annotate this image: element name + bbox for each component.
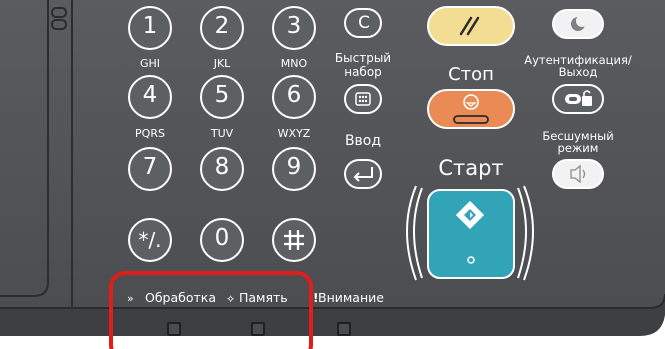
key-7-letters: PQRS bbox=[135, 127, 165, 140]
memory-indicator-label: Память bbox=[239, 290, 288, 305]
processing-indicator-label: Обработка bbox=[145, 290, 216, 305]
speed-dial-button[interactable] bbox=[344, 84, 382, 114]
auth-logout-label: Аутентификация/ Выход bbox=[524, 53, 632, 79]
attention-indicator-label: Внимание bbox=[318, 290, 384, 305]
key-8-label: 8 bbox=[214, 154, 230, 180]
stop-label: Стоп bbox=[448, 64, 494, 85]
clear-button-label: C bbox=[358, 13, 370, 33]
key-6-label: 6 bbox=[286, 82, 302, 108]
memory-led bbox=[251, 322, 265, 336]
key-6-letters: MNO bbox=[280, 57, 308, 70]
control-panel: » ⟡ ! 1 2 3 4 5 6 7 8 9 */. 0 GHI JKL MN… bbox=[0, 0, 665, 349]
key-9-letters: WXYZ bbox=[277, 127, 311, 140]
key-5-letters: JKL bbox=[213, 57, 231, 70]
processing-icon: » bbox=[127, 292, 134, 305]
key-2-label: 2 bbox=[214, 13, 230, 39]
key-1-label: 1 bbox=[142, 13, 158, 39]
attention-led bbox=[337, 322, 351, 336]
key-3-label: 3 bbox=[286, 13, 302, 39]
mute-label: Бесшумный режим bbox=[542, 129, 614, 155]
key-8-letters: TUV bbox=[210, 127, 234, 140]
mute-button[interactable] bbox=[552, 159, 604, 189]
key-0-label: 0 bbox=[214, 225, 230, 251]
key-4-letters: GHI bbox=[139, 57, 161, 70]
start-label: Старт bbox=[438, 156, 504, 180]
key-5-label: 5 bbox=[214, 82, 230, 108]
reset-button[interactable] bbox=[427, 6, 515, 46]
key-hash[interactable] bbox=[272, 218, 316, 262]
processing-led bbox=[167, 322, 181, 336]
key-9-label: 9 bbox=[286, 154, 302, 180]
key-star-label: */. bbox=[138, 228, 162, 252]
enter-button[interactable] bbox=[344, 159, 382, 189]
memory-icon: ⟡ bbox=[227, 292, 234, 305]
key-4-label: 4 bbox=[142, 82, 158, 108]
enter-label: Ввод bbox=[344, 133, 382, 149]
speed-dial-label: Быстрый набор bbox=[334, 51, 392, 79]
key-7-label: 7 bbox=[142, 154, 158, 180]
